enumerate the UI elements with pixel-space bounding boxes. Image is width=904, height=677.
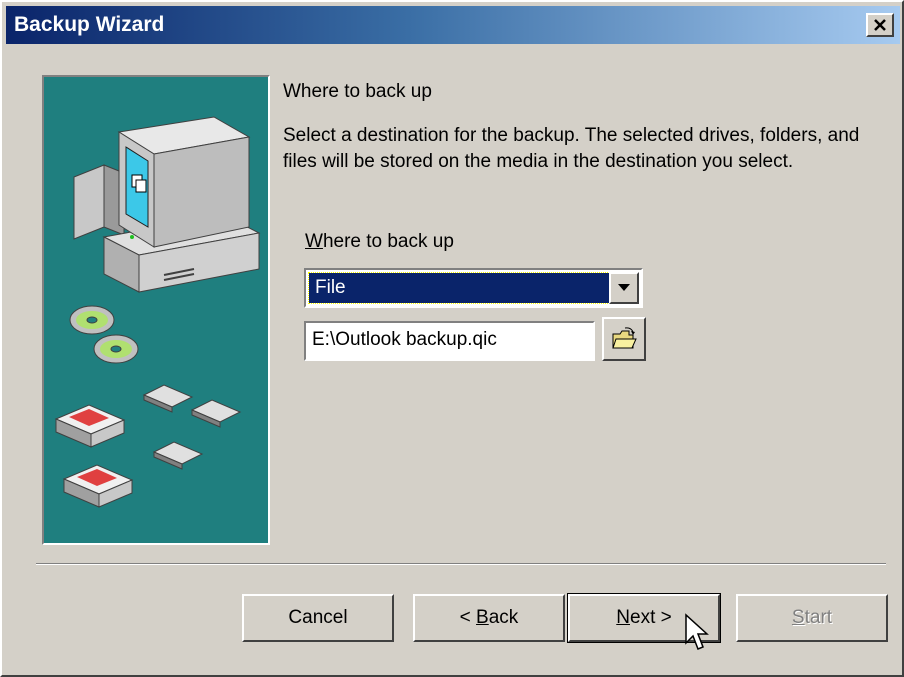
page-description: Select a destination for the backup. The… <box>283 125 860 172</box>
browse-button[interactable] <box>602 317 646 361</box>
title-bar[interactable]: Backup Wizard <box>6 6 900 44</box>
window-title: Backup Wizard <box>14 13 165 36</box>
mnemonic-s: S <box>791 607 805 628</box>
cancel-button[interactable]: Cancel <box>242 594 394 642</box>
where-to-back-up-label: Where to back up <box>305 231 454 253</box>
close-icon <box>874 19 886 31</box>
back-rest: ack <box>488 607 519 628</box>
back-prefix: < <box>459 607 477 628</box>
back-button[interactable]: < Back <box>413 594 565 642</box>
mnemonic-n: N <box>616 607 630 628</box>
mouse-pointer-icon <box>685 613 709 650</box>
next-rest: ext > <box>630 607 672 628</box>
label-rest: here to back up <box>322 231 454 252</box>
start-rest: tart <box>804 607 833 628</box>
close-button[interactable] <box>866 13 894 37</box>
wizard-illustration <box>42 75 270 545</box>
mnemonic-w: W <box>305 231 323 252</box>
backup-path-input[interactable]: E:\Outlook backup.qic <box>304 321 595 361</box>
dropdown-button[interactable] <box>609 272 639 304</box>
destination-type-selected[interactable]: File <box>308 272 610 304</box>
page-heading: Where to back up <box>283 81 432 102</box>
chevron-down-icon <box>618 284 630 291</box>
separator-highlight <box>36 564 886 565</box>
backup-wizard-window: Backup Wizard Where to back up Select a … <box>0 0 904 677</box>
destination-type-dropdown[interactable]: File <box>304 268 643 308</box>
start-button[interactable]: Start <box>736 594 888 642</box>
open-folder-icon <box>612 327 637 349</box>
mnemonic-b: B <box>476 607 489 628</box>
computer-and-media-illustration <box>54 116 261 508</box>
